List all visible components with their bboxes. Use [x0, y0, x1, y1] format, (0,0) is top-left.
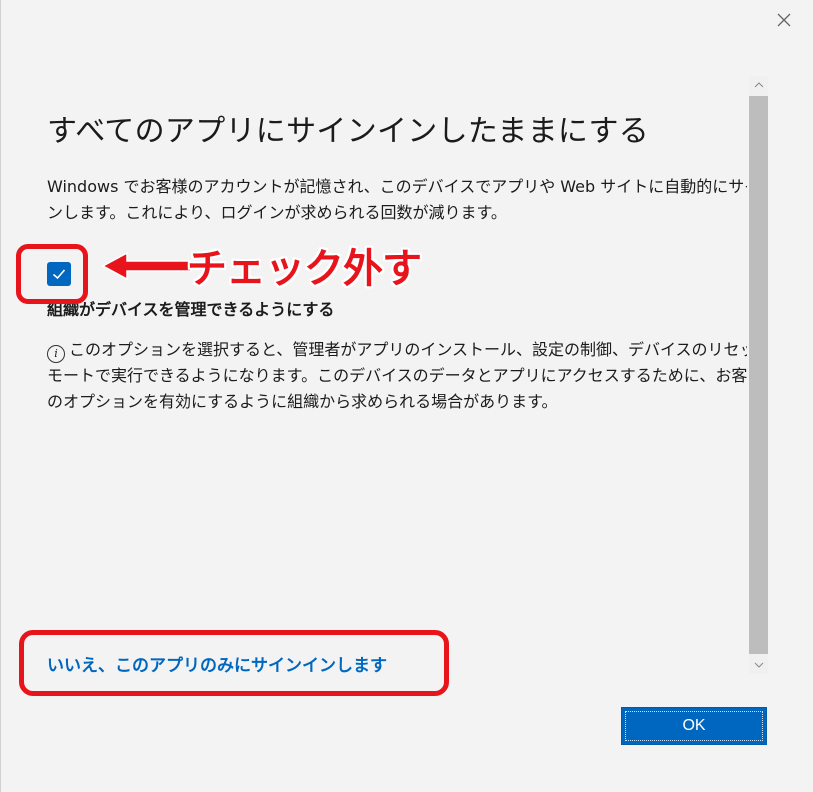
info-icon: i [47, 345, 65, 363]
annotation-text: チェック外す [187, 246, 422, 292]
focus-ring [625, 711, 763, 741]
sign-in-dialog: すべてのアプリにサインインしたままにする Windows でお客様のアカウントが… [0, 0, 813, 792]
annotation-checkbox-highlight [16, 244, 88, 304]
dialog-description: Windows でお客様のアカウントが記憶され、このデバイスでアプリや Web … [47, 177, 747, 222]
info-paragraph: i このオプションを選択すると、管理者がアプリのインストール、設定の制御、デバイス… [47, 337, 747, 415]
annotation-arrow [101, 251, 192, 281]
dialog-title: すべてのアプリにサインインしたままにする [47, 114, 650, 149]
info-text: このオプションを選択すると、管理者がアプリのインストール、設定の制御、デバイスの… [47, 340, 747, 411]
vertical-scrollbar[interactable] [749, 76, 768, 674]
chevron-down-icon [754, 662, 763, 668]
checkbox-label[interactable]: 組織がデバイスを管理できるようにする [47, 296, 334, 320]
scroll-thumb[interactable] [749, 96, 768, 654]
annotation-link-highlight [19, 630, 449, 696]
scroll-up-button[interactable] [749, 76, 768, 94]
close-button[interactable] [769, 6, 799, 34]
ok-button[interactable]: OK [621, 707, 767, 745]
dialog-content: すべてのアプリにサインインしたままにする Windows でお客様のアカウントが… [47, 0, 747, 680]
chevron-up-icon [754, 82, 763, 88]
close-icon [777, 13, 791, 27]
scroll-down-button[interactable] [749, 656, 768, 674]
